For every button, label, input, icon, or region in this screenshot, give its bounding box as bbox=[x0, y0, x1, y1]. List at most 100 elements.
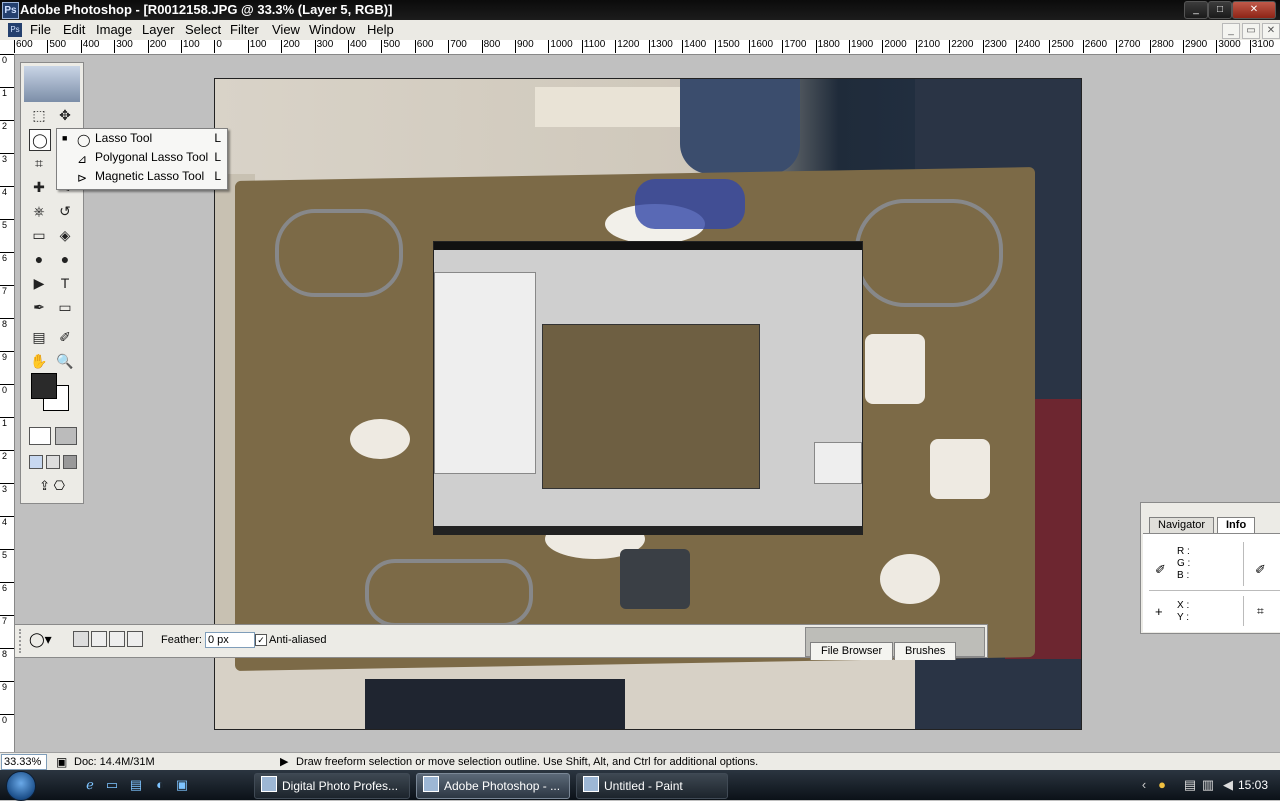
document-info-icon[interactable]: ▣ bbox=[56, 755, 67, 769]
status-arrow-icon[interactable]: ▶ bbox=[280, 755, 288, 768]
screen-mode-full-icon[interactable] bbox=[63, 455, 77, 469]
shape-icon[interactable]: ▭ bbox=[55, 297, 75, 317]
taskbar-button-paint[interactable]: Untitled - Paint bbox=[576, 773, 728, 799]
options-bar: ◯▾ Feather: ✓ Anti-aliased File Browser … bbox=[14, 624, 988, 660]
horizontal-ruler[interactable]: 600 500 400 300 200 100 0 100 200 300 400 500 600 700… bbox=[0, 40, 1280, 55]
ruler-tick-label: 100 bbox=[181, 40, 200, 53]
tray-app-icon[interactable]: ● bbox=[1154, 777, 1170, 793]
menu-help[interactable]: Help bbox=[367, 22, 394, 37]
taskbar-clock[interactable]: 15:03 bbox=[1238, 778, 1268, 792]
menu-select[interactable]: Select bbox=[185, 22, 221, 37]
quick-launch-icon[interactable]: ◐ bbox=[152, 777, 168, 793]
menu-edit[interactable]: Edit bbox=[63, 22, 85, 37]
history-brush-icon[interactable]: ↺ bbox=[55, 201, 75, 221]
move-icon[interactable]: ✥ bbox=[55, 105, 75, 125]
healing-brush-icon[interactable]: ✚ bbox=[29, 177, 49, 197]
ruler-tick-label: 1100 bbox=[581, 40, 605, 53]
ruler-tick-label: 7 bbox=[0, 285, 14, 296]
toolbox-header-eye-icon[interactable] bbox=[24, 66, 80, 102]
marquee-icon[interactable]: ⬚ bbox=[29, 105, 49, 125]
ruler-tick-label: 2600 bbox=[1082, 40, 1107, 53]
zoom-level-field[interactable]: 33.33% bbox=[1, 754, 47, 770]
path-selection-icon[interactable]: ▶ bbox=[29, 273, 49, 293]
taskbar-button-label: Untitled - Paint bbox=[604, 779, 683, 793]
taskbar-button-photoshop[interactable]: Adobe Photoshop - ... bbox=[416, 773, 570, 799]
network-icon[interactable]: ▥ bbox=[1200, 777, 1216, 793]
tool-preset-lasso-icon[interactable]: ◯▾ bbox=[29, 631, 52, 648]
new-selection-icon[interactable] bbox=[73, 631, 89, 647]
lasso-icon[interactable]: ◯ bbox=[29, 129, 51, 151]
embedded-title-bar bbox=[434, 242, 862, 250]
close-button[interactable]: ✕ bbox=[1232, 1, 1276, 19]
tab-brushes[interactable]: Brushes bbox=[894, 642, 957, 660]
document-icon[interactable]: Ps bbox=[8, 23, 22, 37]
notes-icon[interactable]: ▤ bbox=[29, 327, 49, 347]
tab-file-browser[interactable]: File Browser bbox=[810, 642, 894, 660]
magnetic-lasso-icon: ⊳ bbox=[77, 171, 88, 185]
flyout-item-lasso[interactable]: ■ ◯ Lasso Tool L bbox=[57, 129, 227, 148]
menu-window[interactable]: Window bbox=[309, 22, 355, 37]
type-icon[interactable]: T bbox=[55, 273, 75, 293]
taskbar-button-digital-photo[interactable]: Digital Photo Profes... bbox=[254, 773, 410, 799]
lasso-tool-flyout: ■ ◯ Lasso Tool L ⊿ Polygonal Lasso Tool … bbox=[56, 128, 228, 190]
feather-input[interactable] bbox=[205, 632, 255, 648]
ruler-tick-label: 2 bbox=[0, 120, 14, 131]
foreground-color-swatch[interactable] bbox=[31, 373, 57, 399]
anti-aliased-checkbox[interactable]: ✓ bbox=[255, 634, 267, 646]
subtract-from-selection-icon[interactable] bbox=[109, 631, 125, 647]
crop-icon[interactable]: ⌗ bbox=[29, 153, 49, 173]
start-button[interactable] bbox=[6, 771, 36, 801]
intersect-selection-icon[interactable] bbox=[127, 631, 143, 647]
screen-mode-standard-icon[interactable] bbox=[29, 455, 43, 469]
menu-file[interactable]: File bbox=[30, 22, 51, 37]
zoom-icon[interactable]: 🔍 bbox=[55, 351, 75, 371]
anti-aliased-label: Anti-aliased bbox=[269, 634, 327, 646]
menu-image[interactable]: Image bbox=[96, 22, 132, 37]
hand-icon[interactable]: ✋ bbox=[29, 351, 49, 371]
options-bar-grip[interactable] bbox=[19, 629, 24, 653]
doc-close-button[interactable]: ✕ bbox=[1262, 23, 1280, 39]
flyout-item-polygonal-lasso[interactable]: ⊿ Polygonal Lasso Tool L bbox=[57, 148, 227, 167]
screen-mode-full-menu-icon[interactable] bbox=[46, 455, 60, 469]
dodge-icon[interactable]: ● bbox=[55, 249, 75, 269]
embedded-palette bbox=[814, 442, 862, 484]
ruler-tick-label: 900 bbox=[515, 40, 534, 53]
blur-icon[interactable]: ● bbox=[29, 249, 49, 269]
tab-info[interactable]: Info bbox=[1217, 517, 1256, 533]
eyedropper-icon[interactable]: ✐ bbox=[55, 327, 75, 347]
tab-navigator[interactable]: Navigator bbox=[1149, 517, 1215, 533]
menu-filter[interactable]: Filter bbox=[230, 22, 259, 37]
ruler-tick-label: 1700 bbox=[782, 40, 806, 53]
ruler-tick-label: 9 bbox=[0, 351, 14, 362]
paint-bucket-icon[interactable]: ◈ bbox=[55, 225, 75, 245]
menu-view[interactable]: View bbox=[272, 22, 300, 37]
jump-to-imageready-icon[interactable]: ⇪ ⎔ bbox=[29, 477, 75, 495]
doc-minimize-button[interactable]: _ bbox=[1222, 23, 1240, 39]
ruler-tick-label: 500 bbox=[381, 40, 400, 53]
info-divider bbox=[1149, 590, 1280, 591]
internet-explorer-icon[interactable]: ℯ bbox=[82, 777, 98, 793]
show-desktop-icon[interactable]: ▭ bbox=[104, 777, 120, 793]
add-to-selection-icon[interactable] bbox=[91, 631, 107, 647]
eraser-icon[interactable]: ▭ bbox=[29, 225, 49, 245]
ruler-tick-label: 600 bbox=[14, 40, 33, 53]
minimize-button[interactable]: _ bbox=[1184, 1, 1208, 19]
menu-layer[interactable]: Layer bbox=[142, 22, 175, 37]
tray-expand-icon[interactable]: ‹ bbox=[1136, 777, 1152, 793]
ruler-tick-label: 2800 bbox=[1149, 40, 1174, 53]
quick-mask-mode-icon[interactable] bbox=[55, 427, 77, 445]
clone-stamp-icon[interactable]: ⎈ bbox=[29, 201, 49, 221]
flyout-item-magnetic-lasso[interactable]: ⊳ Magnetic Lasso Tool L bbox=[57, 167, 227, 186]
standard-mode-icon[interactable] bbox=[29, 427, 51, 445]
tray-app-icon[interactable]: ▤ bbox=[1182, 777, 1198, 793]
info-x-label: X : bbox=[1177, 600, 1190, 611]
white-bunker-model bbox=[865, 334, 925, 404]
maximize-button[interactable]: □ bbox=[1208, 1, 1232, 19]
doc-restore-button[interactable]: ▭ bbox=[1242, 23, 1260, 39]
switch-windows-icon[interactable]: ▤ bbox=[128, 777, 144, 793]
volume-icon[interactable]: ◀ bbox=[1220, 777, 1236, 793]
pen-icon[interactable]: ✒ bbox=[29, 297, 49, 317]
quick-launch-icon[interactable]: ▣ bbox=[174, 777, 190, 793]
vertical-ruler[interactable]: 0 1 2 3 4 5 6 7 8 9 0 1 2 3 4 5 6 7 8 9 0 bbox=[0, 54, 15, 754]
flyout-item-label: Polygonal Lasso Tool bbox=[95, 150, 209, 164]
